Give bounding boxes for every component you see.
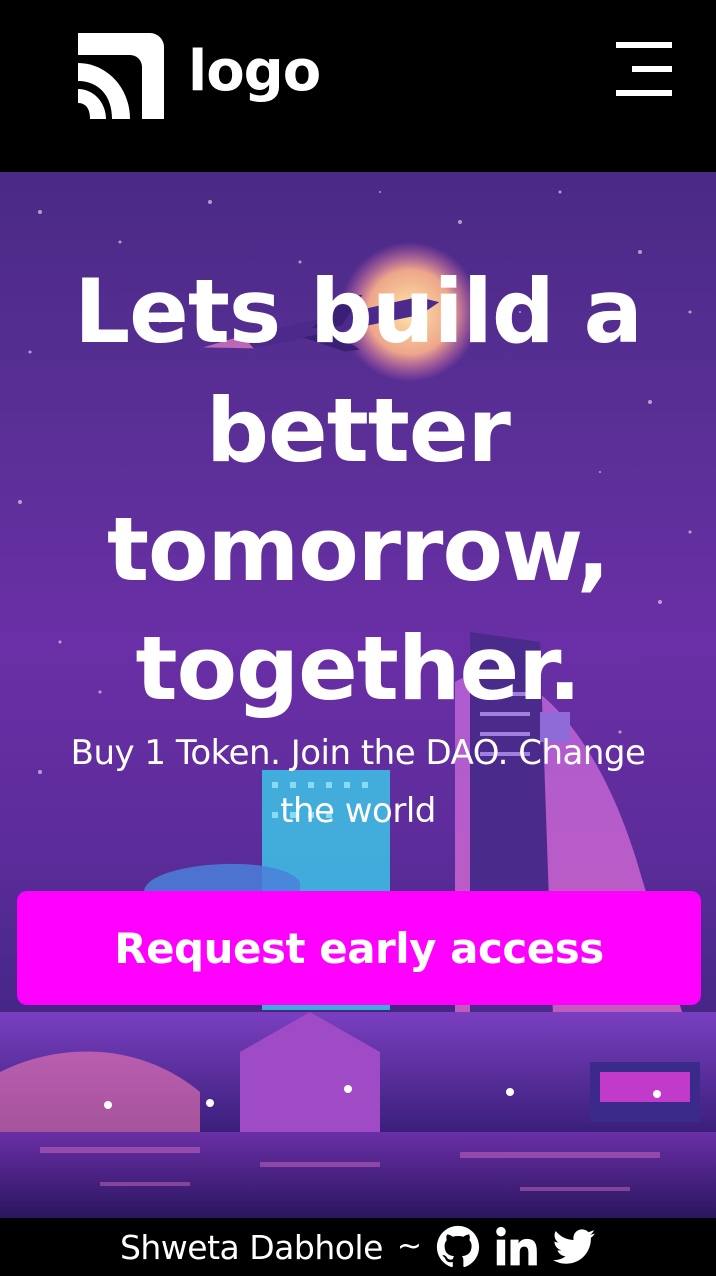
linkedin-icon[interactable] — [494, 1225, 538, 1269]
request-early-access-button[interactable]: Request early access — [17, 891, 701, 1005]
logo-mark-icon — [78, 33, 164, 119]
github-icon — [436, 1225, 480, 1268]
site-header: logo — [0, 0, 716, 172]
hero-title-line: together. — [135, 617, 582, 720]
twitter-icon[interactable] — [552, 1225, 596, 1269]
linkedin-icon — [496, 1226, 537, 1266]
hero-subtitle: Buy 1 Token. Join the DAO. Change the wo… — [10, 724, 706, 840]
hero-title: Lets build a better tomorrow, together. — [0, 252, 716, 728]
logo-text: logo — [188, 39, 321, 104]
logo[interactable]: logo — [78, 32, 321, 120]
menu-line — [616, 42, 672, 48]
hero-title-line: better — [206, 379, 511, 482]
footer-separator: ~ — [396, 1229, 423, 1264]
site-footer: Shweta Dabhole ~ — [0, 1218, 716, 1276]
hero-subtitle-line: Buy 1 Token. Join the DAO. Change — [70, 733, 646, 773]
footer-author: Shweta Dabhole — [119, 1227, 383, 1267]
twitter-icon — [552, 1229, 596, 1264]
hamburger-menu-icon[interactable] — [612, 40, 682, 100]
hero-title-line: Lets build a — [74, 260, 643, 363]
github-icon[interactable] — [436, 1225, 480, 1269]
hero-title-line: tomorrow, — [106, 498, 610, 601]
hero-section: Lets build a better tomorrow, together. … — [0, 172, 716, 1218]
hero-subtitle-line: the world — [280, 791, 436, 831]
menu-line — [616, 90, 672, 96]
menu-line — [632, 66, 672, 72]
